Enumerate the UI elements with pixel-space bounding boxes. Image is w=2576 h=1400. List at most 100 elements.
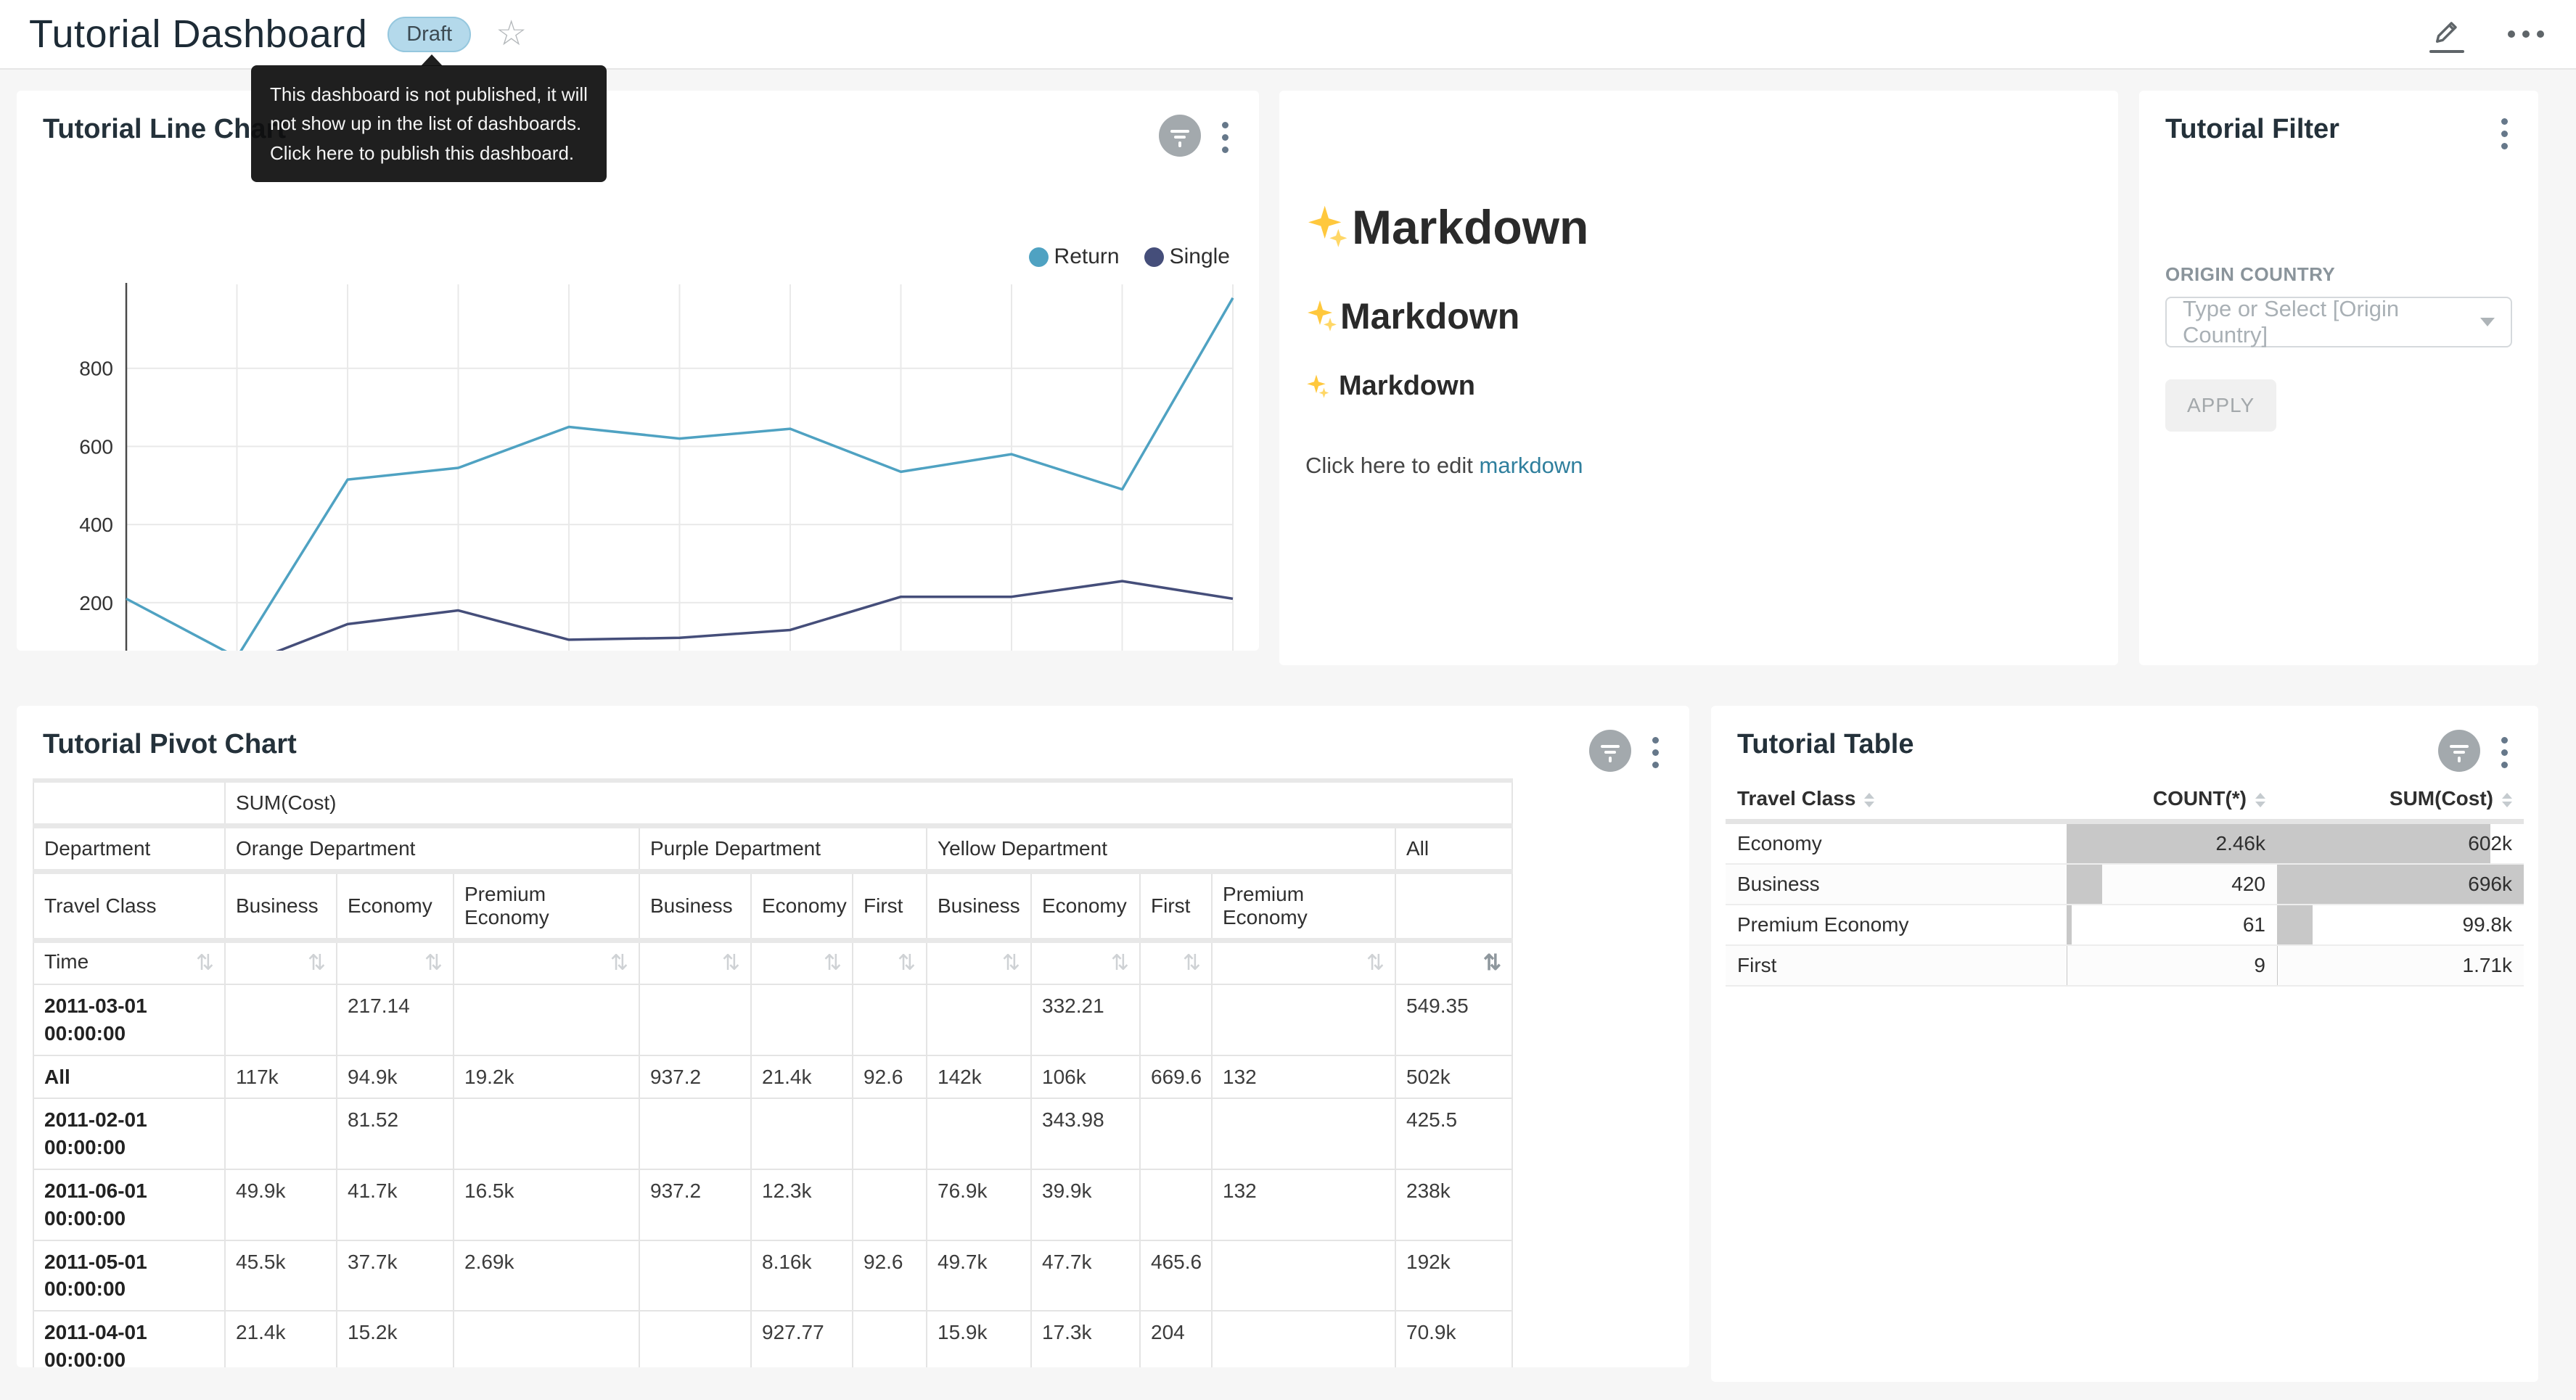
select-placeholder: Type or Select [Origin Country] <box>2183 296 2480 348</box>
draft-badge[interactable]: Draft <box>387 17 471 52</box>
sort-icon[interactable]: ⇅ <box>824 950 842 976</box>
pivot-sort-cell: ⇅ <box>639 941 751 985</box>
sort-icon[interactable]: ⇅ <box>1111 950 1129 976</box>
chart-kebab-menu-icon[interactable] <box>2497 733 2512 773</box>
page-title: Tutorial Dashboard <box>29 12 367 57</box>
pivot-subcol-header: Premium Economy <box>454 872 639 941</box>
pivot-cell: 192k <box>1395 1240 1512 1312</box>
pivot-sort-cell: ⇅ <box>225 941 337 985</box>
pivot-cell: 132 <box>1212 1055 1395 1099</box>
pivot-chart-title: Tutorial Pivot Chart <box>43 729 297 760</box>
legend-item-single[interactable]: Single <box>1144 244 1230 269</box>
pivot-cell: 15.9k <box>927 1311 1031 1367</box>
pivot-cell: 49.9k <box>225 1169 337 1240</box>
edit-markdown-link[interactable]: markdown <box>1480 453 1583 478</box>
pivot-cell: 2.69k <box>454 1240 639 1312</box>
pivot-cell <box>1212 1098 1395 1169</box>
legend-dot-icon <box>1144 247 1164 267</box>
pivot-cell: 142k <box>927 1055 1031 1099</box>
pivot-cell <box>1212 984 1395 1055</box>
legend-item-return[interactable]: Return <box>1029 244 1120 269</box>
sort-icon[interactable]: ⇅ <box>898 950 916 976</box>
sort-icon[interactable]: ⇅ <box>424 950 443 976</box>
pivot-cell <box>751 1098 853 1169</box>
sort-icon[interactable]: ⇅ <box>1366 950 1385 976</box>
top-bar: Tutorial Dashboard Draft ☆ <box>0 0 2576 70</box>
pivot-sort-cell: ⇅ <box>1140 941 1212 985</box>
pivot-row-header: Travel Class <box>33 872 225 941</box>
pivot-cell: 19.2k <box>454 1055 639 1099</box>
chevron-down-icon <box>2480 318 2495 326</box>
pivot-cell: 76.9k <box>927 1169 1031 1240</box>
pivot-subcol-header: Economy <box>337 872 454 941</box>
markdown-card: Markdown Markdown Markdown Click here to… <box>1279 91 2118 665</box>
origin-country-select[interactable]: Type or Select [Origin Country] <box>2165 297 2512 347</box>
sort-icon[interactable]: ⇅ <box>308 950 326 976</box>
edit-dashboard-button[interactable] <box>2429 16 2464 53</box>
markdown-paragraph: Click here to edit markdown <box>1305 453 2092 479</box>
table-cell: 602k <box>2277 822 2524 865</box>
pivot-cell: 217.14 <box>337 984 454 1055</box>
pivot-cell: 70.9k <box>1395 1311 1512 1367</box>
table-cell: Business <box>1726 864 2067 905</box>
sort-icon[interactable]: ⇅ <box>1002 950 1020 976</box>
table-cell: 2.46k <box>2067 822 2277 865</box>
sort-icon[interactable]: ⇅ <box>1183 950 1201 976</box>
more-options-icon[interactable] <box>2502 25 2550 44</box>
table-row: First91.71k <box>1726 945 2524 986</box>
pivot-sort-cell: ⇅ <box>1212 941 1395 985</box>
filter-badge-icon[interactable] <box>2437 729 2481 776</box>
table-header-row: Travel ClassCOUNT(*)SUM(Cost) <box>1726 778 2524 822</box>
filter-kebab-menu-icon[interactable] <box>2497 114 2512 154</box>
chart-kebab-menu-icon[interactable] <box>1648 733 1663 773</box>
line-chart-plot[interactable]: FebruaryMarchAprilMayJuneJulyAugustSepte… <box>43 276 1236 651</box>
pivot-cell: 49.7k <box>927 1240 1031 1312</box>
pivot-cell: 238k <box>1395 1169 1512 1240</box>
sparkles-icon <box>1305 374 1332 400</box>
pivot-row-label: 2011-02-01 00:00:00 <box>33 1098 225 1169</box>
pivot-cell: 94.9k <box>337 1055 454 1099</box>
sort-icon[interactable]: ⇅ <box>610 950 628 976</box>
legend-label: Return <box>1054 244 1120 269</box>
sort-icon[interactable]: ⇅ <box>196 950 214 976</box>
pivot-cell: 39.9k <box>1031 1169 1140 1240</box>
chart-kebab-menu-icon[interactable] <box>1218 118 1233 157</box>
column-header[interactable]: COUNT(*) <box>2067 778 2277 822</box>
legend-dot-icon <box>1029 247 1049 267</box>
pivot-cell: 937.2 <box>639 1169 751 1240</box>
column-header[interactable]: SUM(Cost) <box>2277 778 2524 822</box>
table-cell: 9 <box>2067 945 2277 986</box>
column-header[interactable]: Travel Class <box>1726 778 2067 822</box>
pivot-cell: 16.5k <box>454 1169 639 1240</box>
pivot-cell <box>751 984 853 1055</box>
value-bar <box>2277 824 2490 863</box>
line-chart-card: Tutorial Line Chart ReturnSingle Februar… <box>17 91 1259 651</box>
tooltip-line: not show up in the list of dashboards. <box>270 109 588 138</box>
pivot-sort-cell: ⇅ <box>1395 941 1512 985</box>
data-table: Travel ClassCOUNT(*)SUM(Cost)Economy2.46… <box>1726 778 2524 987</box>
table-cell: 99.8k <box>2277 905 2524 945</box>
table-cell: First <box>1726 945 2067 986</box>
favorite-star-icon[interactable]: ☆ <box>496 17 527 52</box>
pivot-subcol-header <box>1395 872 1512 941</box>
filter-badge-icon[interactable] <box>1158 114 1202 161</box>
pivot-group-header: Purple Department <box>639 826 927 872</box>
pivot-cell <box>454 1098 639 1169</box>
filter-badge-icon[interactable] <box>1588 729 1632 776</box>
table-cell: 61 <box>2067 905 2277 945</box>
pivot-sort-cell: ⇅ <box>927 941 1031 985</box>
pivot-cell <box>1140 984 1212 1055</box>
filter-card: Tutorial Filter ORIGIN COUNTRY Type or S… <box>2139 91 2538 665</box>
sort-icon[interactable]: ⇅ <box>722 950 740 976</box>
pivot-group-header: Orange Department <box>225 826 639 872</box>
pivot-row-label: 2011-06-01 00:00:00 <box>33 1169 225 1240</box>
apply-button[interactable]: APPLY <box>2165 379 2276 432</box>
pivot-cell: 21.4k <box>225 1311 337 1367</box>
series-line-single <box>237 581 1234 651</box>
pivot-cell <box>927 1098 1031 1169</box>
sort-icon[interactable]: ⇅ <box>1483 950 1501 976</box>
pivot-cell <box>927 984 1031 1055</box>
pivot-row: All117k94.9k19.2k937.221.4k92.6142k106k6… <box>33 1055 1512 1099</box>
pivot-cell <box>639 1098 751 1169</box>
pivot-cell: 21.4k <box>751 1055 853 1099</box>
